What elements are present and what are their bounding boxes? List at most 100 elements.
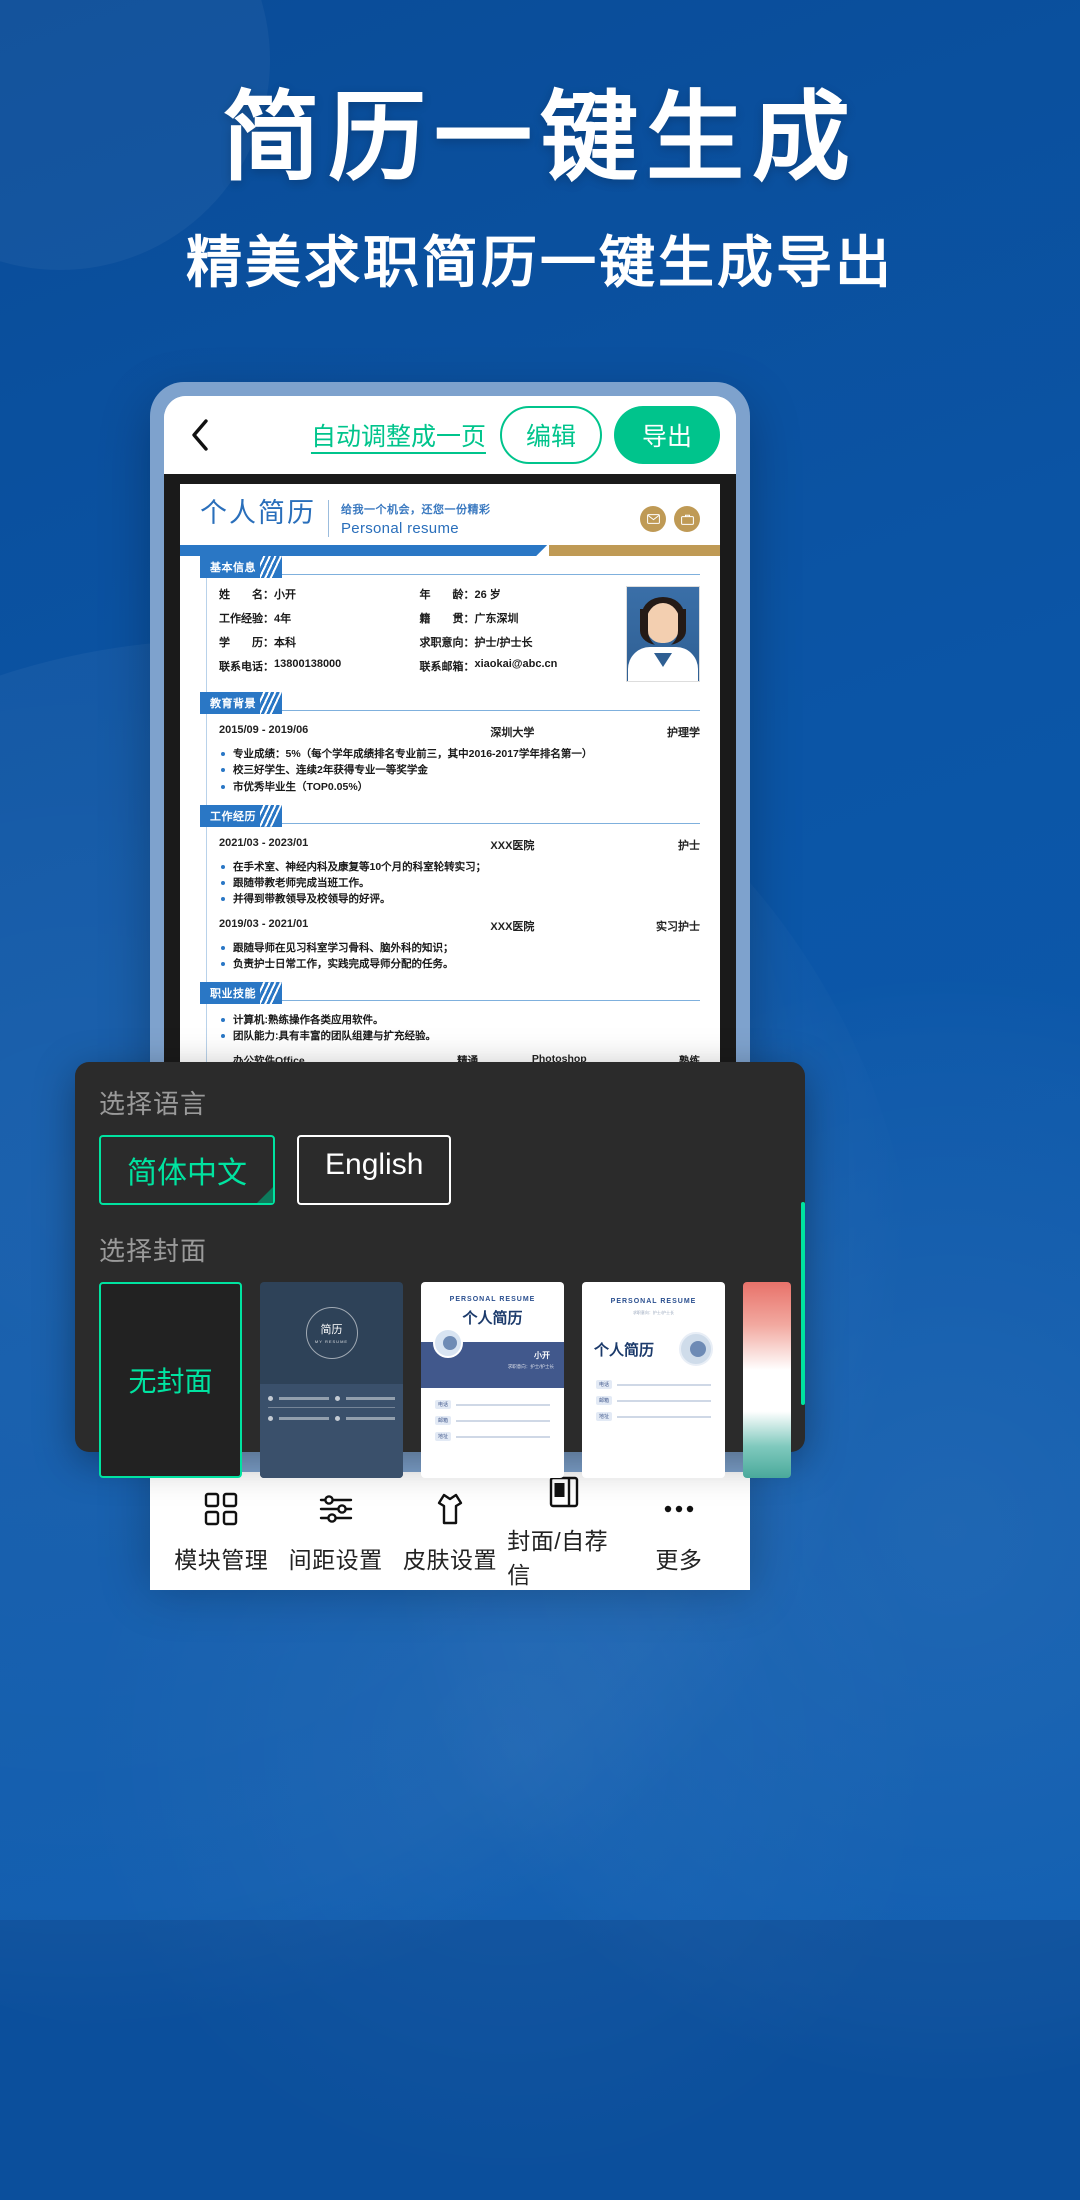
bullet-dot bbox=[268, 1415, 273, 1421]
field-label: 联系邮箱： bbox=[419, 661, 475, 673]
field-value: xiaokai@abc.cn bbox=[474, 658, 558, 670]
language-option-simplified-chinese[interactable]: 简体中文 bbox=[99, 1135, 275, 1205]
language-options: 简体中文 English bbox=[99, 1135, 805, 1205]
back-button[interactable] bbox=[180, 413, 220, 457]
section-education-header: 教育背景 bbox=[200, 692, 700, 714]
field-value: 26 岁 bbox=[474, 589, 501, 601]
section-tag-basic: 基本信息 bbox=[200, 556, 282, 578]
section-work-content: 2021/03 - 2023/01 XXX医院 护士 在手术室、神经内科及康复等… bbox=[207, 827, 700, 982]
cover-navy-bottom bbox=[260, 1383, 403, 1478]
cover-blue-title-en: PERSONAL RESUME bbox=[449, 1296, 536, 1303]
nav-item-more[interactable]: 更多 bbox=[622, 1472, 736, 1590]
nav-item-spacing-settings[interactable]: 间距设置 bbox=[278, 1472, 392, 1590]
accent-bar-gold bbox=[549, 545, 720, 556]
avatar-hair-sides bbox=[640, 609, 686, 645]
list-item: 跟随导师在见习科室学习骨科、脑外科的知识； bbox=[219, 940, 700, 956]
ellipsis-icon bbox=[660, 1488, 698, 1530]
autofit-one-page-link[interactable]: 自动调整成一页 bbox=[309, 413, 488, 457]
cover-placeholder-row: 地址 bbox=[435, 1432, 550, 1441]
nav-label: 更多 bbox=[655, 1546, 703, 1573]
field-phone: 联系电话： 13800138000 bbox=[219, 658, 420, 674]
section-education-content: 2015/09 - 2019/06 深圳大学 护理学 专业成绩：5%（每个学年成… bbox=[207, 714, 700, 805]
grid-icon bbox=[202, 1488, 240, 1530]
basic-info-grid: 姓 名： 小开 工作经验： 4年 学 历： 本科 联系电话： 13800138000 年… bbox=[219, 586, 700, 682]
field-label: 姓 名： bbox=[219, 589, 274, 601]
language-option-english[interactable]: English bbox=[297, 1135, 452, 1205]
field-tag: 电话 bbox=[435, 1400, 452, 1409]
field-email: 联系邮箱： xiaokai@abc.cn bbox=[420, 658, 621, 674]
nav-item-skin-settings[interactable]: 皮肤设置 bbox=[393, 1472, 507, 1590]
resume-accent-bar bbox=[180, 545, 720, 556]
field-value: 13800138000 bbox=[274, 658, 342, 670]
briefcase-icon bbox=[674, 506, 700, 532]
placeholder-bar bbox=[345, 1396, 395, 1400]
cover-photo-title-en: PERSONAL RESUME bbox=[610, 1298, 697, 1305]
sliders-icon bbox=[317, 1488, 355, 1530]
placeholder-bar bbox=[456, 1419, 550, 1422]
mail-icon bbox=[640, 506, 666, 532]
cover-option-navy[interactable]: 简历 MY RESUME bbox=[260, 1282, 403, 1478]
section-work-header: 工作经历 bbox=[200, 804, 700, 827]
placeholder-bar bbox=[456, 1403, 550, 1406]
cover-photo-tiny: 求职意向：护士/护士长 bbox=[632, 1310, 675, 1315]
cover-placeholder-row: 邮箱 bbox=[435, 1416, 550, 1425]
section-tag-education: 教育背景 bbox=[200, 692, 282, 714]
cover-placeholder-row bbox=[268, 1394, 395, 1401]
section-rule bbox=[282, 710, 700, 711]
cover-option-blue-band[interactable]: PERSONAL RESUME 个人简历 小开 求职意向：护士/护士长 电话 邮… bbox=[421, 1282, 564, 1478]
nav-item-cover-letter[interactable]: 封面/自荐信 bbox=[507, 1472, 621, 1590]
list-item: 校三好学生、连续2年获得专业一等奖学金 bbox=[219, 762, 700, 778]
cover-option-photo-right[interactable]: PERSONAL RESUME 求职意向：护士/护士长 个人简历 电话 邮箱 地… bbox=[582, 1282, 725, 1478]
field-label: 籍 贯： bbox=[419, 613, 475, 625]
section-basic-content: 姓 名： 小开 工作经验： 4年 学 历： 本科 联系电话： 13800138000 年… bbox=[207, 578, 700, 692]
export-button[interactable]: 导出 bbox=[613, 406, 720, 464]
bullet-dot bbox=[268, 1395, 273, 1401]
promo-title: 简历一键生成 bbox=[221, 82, 858, 192]
list-item: 市优秀毕业生（TOP0.05%） bbox=[219, 779, 700, 795]
avatar bbox=[626, 586, 700, 682]
avatar-collar bbox=[654, 653, 672, 667]
field-tag: 地址 bbox=[435, 1432, 452, 1441]
resume-slogan: 给我一个机会，还您一份精彩 Personal resume bbox=[328, 500, 491, 537]
cover-placeholder-row: 电话 bbox=[435, 1400, 550, 1409]
entry-date: 2021/03 - 2023/01 bbox=[219, 836, 309, 849]
cover-option-none[interactable]: 无封面 bbox=[99, 1282, 242, 1478]
basic-info-col-right: 年 龄： 26 岁 籍 贯： 广东深圳 求职意向： 护士/护士长 联系邮箱： xiaok… bbox=[420, 586, 621, 682]
cover-option-watercolor[interactable] bbox=[743, 1282, 791, 1478]
entry-date: 2019/03 - 2021/01 bbox=[219, 917, 309, 930]
chevron-left-icon bbox=[192, 419, 208, 451]
section-rule bbox=[282, 574, 700, 575]
list-item: 专业成绩：5%（每个学年成绩排名专业前三，其中2016-2017学年排名第一） bbox=[219, 746, 700, 762]
field-hometown: 籍 贯： 广东深圳 bbox=[420, 610, 621, 626]
basic-info-col-left: 姓 名： 小开 工作经验： 4年 学 历： 本科 联系电话： 13800138000 bbox=[219, 586, 420, 682]
field-value: 小开 bbox=[274, 589, 296, 601]
resume-title: 个人简历 bbox=[200, 498, 316, 528]
cover-navy-title-cn: 简历 bbox=[320, 1324, 343, 1337]
cover-placeholder-row: 邮箱 bbox=[596, 1396, 711, 1405]
field-value: 本科 bbox=[274, 637, 296, 649]
cover-options[interactable]: 无封面 简历 MY RESUME PERSONAL RESUME 个人简历 小开… bbox=[99, 1282, 805, 1478]
field-value: 护士/护士长 bbox=[474, 637, 533, 649]
edit-button[interactable]: 编辑 bbox=[499, 406, 602, 464]
divider bbox=[268, 1406, 395, 1408]
skills-bullets: 计算机:熟练操作各类应用软件。 团队能力:具有丰富的团队组建与扩充经验。 bbox=[219, 1012, 700, 1045]
promo-headline-block: 简历一键生成 精美求职简历一键生成导出 bbox=[0, 82, 1080, 299]
cover-scrollbar[interactable] bbox=[801, 1062, 805, 1452]
entry-role: 护士 bbox=[678, 839, 700, 852]
placeholder-bar bbox=[456, 1435, 550, 1438]
cover-blue-name: 小开 bbox=[534, 1351, 550, 1360]
list-item: 在手术室、神经内科及康复等10个月的科室轮转实习； bbox=[219, 859, 700, 875]
list-item: 团队能力:具有丰富的团队组建与扩充经验。 bbox=[219, 1028, 700, 1044]
placeholder-bar bbox=[617, 1415, 711, 1418]
cover-option-none-label: 无封面 bbox=[128, 1366, 213, 1397]
education-entry-head: 2015/09 - 2019/06 深圳大学 护理学 bbox=[219, 724, 700, 740]
field-label: 联系电话： bbox=[219, 661, 274, 673]
cover-scrollbar-thumb[interactable] bbox=[801, 1202, 805, 1406]
resume-slogan-cn: 给我一个机会，还您一份精彩 bbox=[341, 504, 491, 516]
nav-item-module-manage[interactable]: 模块管理 bbox=[164, 1472, 278, 1590]
field-value: 广东深圳 bbox=[474, 613, 519, 625]
nav-label: 皮肤设置 bbox=[403, 1546, 498, 1573]
resume-header: 个人简历 给我一个机会，还您一份精彩 Personal resume bbox=[200, 500, 700, 545]
placeholder-bar bbox=[617, 1383, 711, 1386]
cover-blue-title-cn: 个人简历 bbox=[462, 1310, 523, 1327]
